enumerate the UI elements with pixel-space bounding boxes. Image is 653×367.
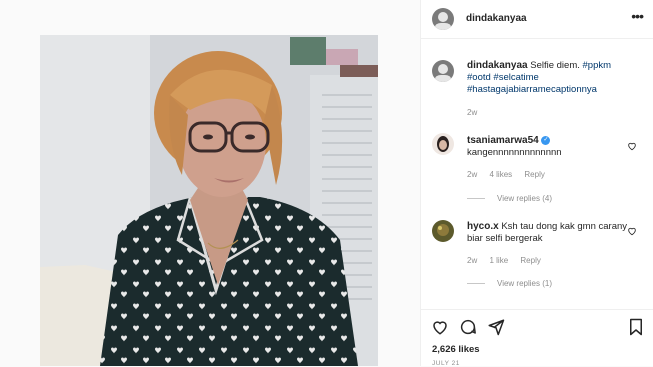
reply-button[interactable]: Reply (524, 170, 544, 179)
divider (467, 198, 485, 200)
comment-likes[interactable]: 1 like (489, 256, 508, 265)
hashtag-link[interactable]: #ootd (467, 72, 491, 83)
reply-button[interactable]: Reply (520, 256, 540, 265)
heart-icon[interactable] (627, 141, 637, 151)
comment-time[interactable]: 2w (467, 256, 477, 265)
divider (467, 283, 485, 285)
view-replies-label: View replies (4) (497, 194, 552, 203)
comment-item: tsaniamarwa54 ✓ kangennnnnnnnnnnnn 2w 4 … (421, 133, 653, 208)
post-header: dindakanyaa ••• (421, 0, 653, 39)
media-pane (0, 0, 421, 366)
view-replies-button[interactable]: View replies (1) (467, 279, 552, 288)
comment-text: hyco.x Ksh tau dong kak gmn carany biar … (467, 221, 627, 245)
hashtag-link[interactable]: #ppkm (583, 60, 612, 71)
heart-icon[interactable] (627, 226, 637, 236)
instagram-post-modal: dindakanyaa ••• dindakanyaa Selfie diem.… (0, 0, 653, 367)
share-icon[interactable] (487, 318, 505, 336)
hashtag-link[interactable]: #hastagajabiarramecaptionnya (467, 84, 597, 95)
bookmark-icon[interactable] (627, 318, 645, 336)
avatar[interactable] (432, 220, 454, 242)
comment-time[interactable]: 2w (467, 170, 477, 179)
comment-text: tsaniamarwa54 ✓ kangennnnnnnnnnnnn (467, 135, 627, 159)
post-side-panel: dindakanyaa ••• dindakanyaa Selfie diem.… (421, 0, 653, 367)
avatar[interactable] (432, 133, 454, 155)
caption-time[interactable]: 2w (467, 108, 477, 117)
caption-username[interactable]: dindakanyaa (467, 60, 528, 71)
header-username[interactable]: dindakanyaa (466, 13, 527, 24)
comment-username[interactable]: hyco.x (467, 221, 499, 232)
selfie-image (40, 35, 378, 366)
comment-username[interactable]: tsaniamarwa54 (467, 135, 539, 146)
comment-meta: 2w 4 likes Reply (467, 170, 555, 179)
avatar[interactable] (432, 8, 454, 30)
caption: dindakanyaa Selfie diem. #ppkm #ootd #se… (421, 55, 653, 120)
hashtag-link[interactable]: #selcatime (493, 72, 538, 83)
comment-body: kangennnnnnnnnnnnn (467, 147, 562, 158)
post-photo[interactable] (40, 35, 378, 366)
likes-count[interactable]: 2,626 likes (432, 344, 480, 355)
comment-meta: 2w 1 like Reply (467, 256, 551, 265)
post-actions: 2,626 likes JULY 21 (421, 309, 653, 367)
more-horizontal-icon[interactable]: ••• (631, 8, 644, 24)
verified-badge-icon: ✓ (541, 135, 551, 145)
comment-icon[interactable] (459, 318, 477, 336)
comment-likes[interactable]: 4 likes (489, 170, 512, 179)
view-replies-button[interactable]: View replies (4) (467, 194, 552, 203)
view-replies-label: View replies (1) (497, 279, 552, 288)
comment-item: hyco.x Ksh tau dong kak gmn carany biar … (421, 218, 653, 293)
avatar[interactable] (432, 60, 454, 82)
caption-text: dindakanyaa Selfie diem. #ppkm #ootd #se… (467, 60, 627, 96)
caption-body: Selfie diem. (530, 60, 580, 71)
heart-icon[interactable] (431, 318, 449, 336)
